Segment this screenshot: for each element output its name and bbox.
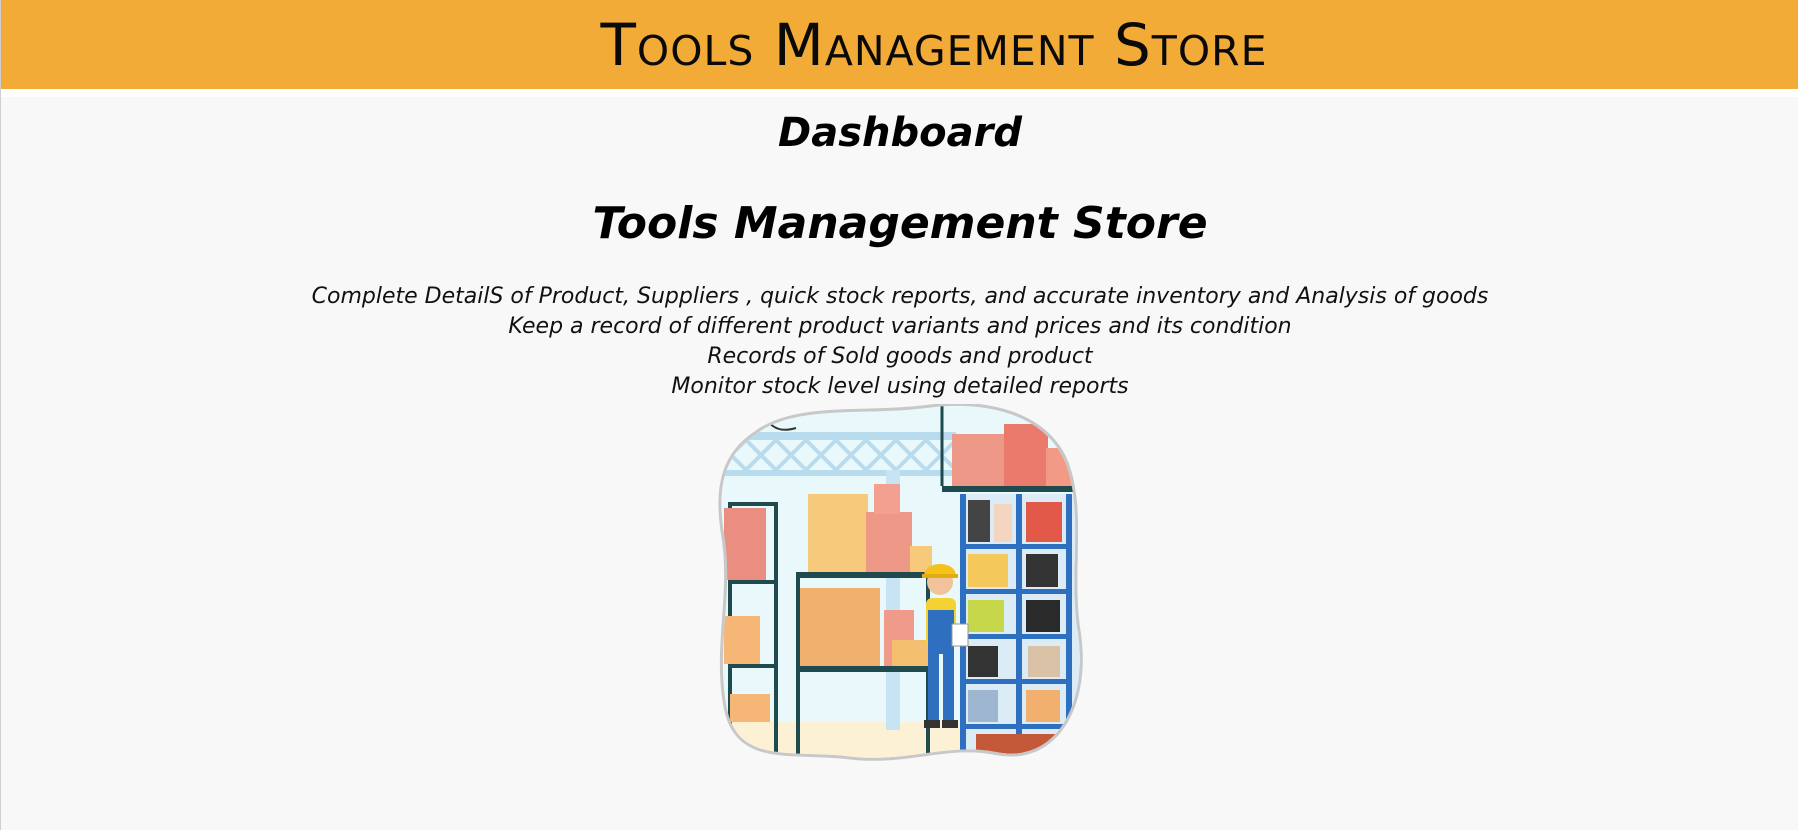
feature-list: Complete DetailS of Product, Suppliers ,… [1,282,1798,402]
warehouse-worker-icon [718,402,1083,761]
app-title: Tools Management Store [600,10,1268,79]
hero-title: Tools Management Store [592,198,1208,249]
feature-line: Monitor stock level using detailed repor… [671,374,1129,399]
feature-line: Keep a record of different product varia… [508,314,1292,339]
feature-line: Complete DetailS of Product, Suppliers ,… [311,284,1489,309]
page-title: Dashboard [778,110,1022,156]
warehouse-illustration [716,402,1086,770]
top-header-bar: Tools Management Store [1,0,1798,89]
feature-line: Records of Sold goods and product [707,344,1093,369]
header-divider [1,89,1798,97]
app-window: Tools Management Store Dashboard Tools M… [0,0,1798,830]
